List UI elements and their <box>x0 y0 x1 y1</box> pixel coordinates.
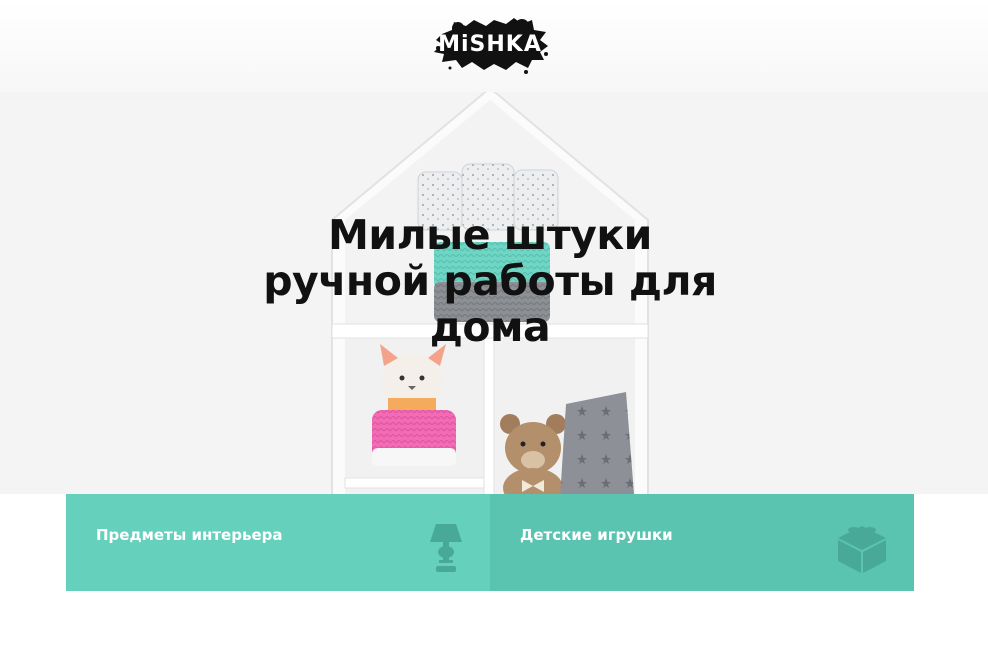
logo[interactable]: MiSHKA <box>428 14 552 76</box>
site-header: MiSHKA <box>0 0 988 92</box>
cube-icon <box>838 526 886 573</box>
logo-text: MiSHKA <box>438 32 542 57</box>
category-bar: Предметы интерьера Детские игрушки <box>66 494 914 591</box>
category-toys-label: Детские игрушки <box>520 526 673 544</box>
category-interior[interactable]: Предметы интерьера <box>66 494 490 591</box>
category-interior-label: Предметы интерьера <box>96 526 283 544</box>
hero-title: Милые штуки ручной работы для дома <box>263 211 717 351</box>
category-toys[interactable]: Детские игрушки <box>490 494 914 591</box>
hero-banner: Милые штуки ручной работы для дома <box>0 92 988 494</box>
lamp-icon <box>430 524 462 572</box>
